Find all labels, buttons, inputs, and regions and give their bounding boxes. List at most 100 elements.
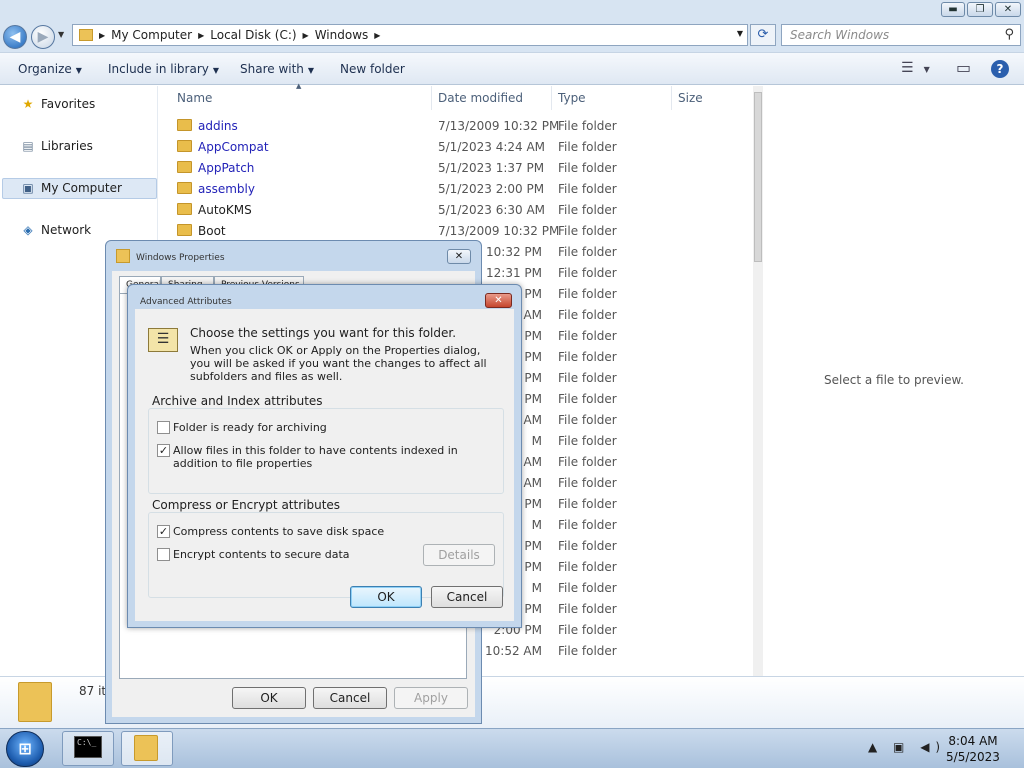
details-button[interactable]: Details (423, 544, 495, 566)
group-title: Archive and Index attributes (149, 394, 326, 408)
scrollbar-thumb[interactable] (754, 92, 762, 262)
file-date: PM (524, 539, 542, 553)
sort-ascending-icon: ▲ (296, 82, 302, 90)
file-date: PM (524, 560, 542, 574)
column-header-date-modified[interactable]: Date modified (438, 91, 523, 105)
file-type: File folder (558, 224, 617, 238)
search-placeholder: Search Windows (790, 28, 890, 42)
clock-date: 5/5/2023 (946, 750, 1000, 764)
file-type: File folder (558, 560, 617, 574)
file-row[interactable]: AppCompat 5/1/2023 4:24 AM File folder (159, 137, 755, 158)
file-date: PM (524, 497, 542, 511)
minimize-button[interactable]: ▬ (941, 2, 965, 17)
sidebar-item-libraries[interactable]: ▤ Libraries (20, 139, 93, 153)
compress-label[interactable]: Compress contents to save disk space (173, 525, 384, 538)
dialog-title: Windows Properties (136, 253, 225, 263)
file-date: PM (524, 287, 542, 301)
share-with-menu[interactable]: Share with ▼ (240, 62, 314, 76)
star-icon: ★ (22, 97, 34, 111)
file-name: AutoKMS (198, 203, 252, 217)
include-in-library-menu[interactable]: Include in library ▼ (108, 62, 219, 76)
breadcrumb-separator-icon[interactable]: ▶ (374, 31, 380, 40)
archive-checkbox[interactable] (157, 421, 170, 434)
vertical-scrollbar[interactable] (753, 86, 763, 676)
file-date: AM (523, 455, 542, 469)
file-date: PM (524, 392, 542, 406)
file-type: File folder (558, 371, 617, 385)
folder-icon (177, 224, 192, 236)
file-row[interactable]: Boot 7/13/2009 10:32 PM File folder (159, 221, 755, 242)
view-options-icon[interactable]: ☰ ▼ (901, 60, 930, 76)
refresh-button[interactable]: ⟳ (750, 24, 776, 46)
column-divider[interactable] (551, 86, 552, 110)
file-type: File folder (558, 245, 617, 259)
ok-button[interactable]: OK (232, 687, 306, 709)
forward-button[interactable]: ▶ (31, 25, 55, 49)
breadcrumb-local-disk[interactable]: Local Disk (C:) (210, 28, 296, 42)
file-date: M (531, 434, 542, 448)
encrypt-checkbox[interactable] (157, 548, 170, 561)
search-icon[interactable]: ⚲ (1004, 27, 1014, 42)
file-type: File folder (558, 602, 617, 616)
column-header-type[interactable]: Type (558, 91, 586, 105)
maximize-button[interactable]: ❐ (967, 2, 993, 17)
help-icon[interactable]: ? (991, 60, 1009, 78)
file-date: M (531, 581, 542, 595)
column-divider[interactable] (671, 86, 672, 110)
window-titlebar: ▬ ❐ ✕ (0, 0, 1024, 22)
new-folder-button[interactable]: New folder (340, 62, 405, 76)
network-icon: ◈ (23, 223, 33, 237)
sidebar-item-network[interactable]: ◈ Network (20, 223, 91, 237)
close-button[interactable]: ✕ (995, 2, 1021, 17)
notification-area-icons[interactable]: ▲ ▣ ◀) (868, 740, 946, 754)
index-label[interactable]: Allow files in this folder to have conte… (173, 444, 498, 470)
file-date: AM (523, 308, 542, 322)
sidebar-item-my-computer[interactable]: ▣ My Computer (20, 181, 122, 195)
recent-pages-button[interactable]: ▼ (58, 30, 64, 39)
file-date: 7/13/2009 10:32 PM (438, 224, 560, 238)
file-date: 5/1/2023 1:37 PM (438, 161, 545, 175)
file-row[interactable]: AutoKMS 5/1/2023 6:30 AM File folder (159, 200, 755, 221)
encrypt-label[interactable]: Encrypt contents to secure data (173, 548, 350, 561)
file-row[interactable]: assembly 5/1/2023 2:00 PM File folder (159, 179, 755, 200)
file-type: File folder (558, 287, 617, 301)
column-header-size[interactable]: Size (678, 91, 703, 105)
file-date: 5/1/2023 6:30 AM (438, 203, 546, 217)
file-name: Boot (198, 224, 226, 238)
column-header-name[interactable]: Name (177, 91, 212, 105)
file-date: AM (523, 476, 542, 490)
file-date: 5/1/2023 4:24 AM (438, 140, 546, 154)
cancel-button[interactable]: Cancel (431, 586, 503, 608)
close-button[interactable]: ✕ (447, 249, 471, 264)
file-type: File folder (558, 623, 617, 637)
close-button[interactable]: ✕ (485, 293, 512, 308)
cancel-button[interactable]: Cancel (313, 687, 387, 709)
apply-button[interactable]: Apply (394, 687, 468, 709)
organize-menu[interactable]: Organize ▼ (18, 62, 82, 76)
command-toolbar: Organize ▼ Include in library ▼ Share with… (0, 52, 1024, 85)
sidebar-item-favorites[interactable]: ★ Favorites (20, 97, 96, 111)
back-button[interactable]: ◀ (3, 25, 27, 49)
file-row[interactable]: AppPatch 5/1/2023 1:37 PM File folder (159, 158, 755, 179)
compress-checkbox[interactable]: ✓ (157, 525, 170, 538)
address-dropdown-icon[interactable]: ▼ (737, 29, 743, 38)
breadcrumb-windows[interactable]: Windows (315, 28, 369, 42)
folder-icon (177, 119, 192, 131)
file-date: PM (524, 371, 542, 385)
archive-label[interactable]: Folder is ready for archiving (173, 421, 327, 434)
ok-button[interactable]: OK (350, 586, 422, 608)
file-type: File folder (558, 203, 617, 217)
system-clock[interactable]: 8:04 AM 5/5/2023 (944, 733, 1002, 765)
column-divider[interactable] (431, 86, 432, 110)
breadcrumb-separator-icon[interactable]: ▶ (99, 31, 105, 40)
index-checkbox[interactable]: ✓ (157, 444, 170, 457)
preview-pane-icon[interactable]: ▭ (956, 58, 971, 77)
breadcrumb-separator-icon[interactable]: ▶ (198, 31, 204, 40)
search-input[interactable]: Search Windows ⚲ (781, 24, 1021, 46)
start-button[interactable]: ⊞ (6, 731, 44, 767)
address-bar[interactable]: ▶ My Computer ▶ Local Disk (C:) ▶ Window… (72, 24, 748, 46)
file-row[interactable]: addins 7/13/2009 10:32 PM File folder (159, 116, 755, 137)
attributes-icon: ☰ (148, 328, 178, 352)
breadcrumb-my-computer[interactable]: My Computer (111, 28, 192, 42)
breadcrumb-separator-icon[interactable]: ▶ (303, 31, 309, 40)
